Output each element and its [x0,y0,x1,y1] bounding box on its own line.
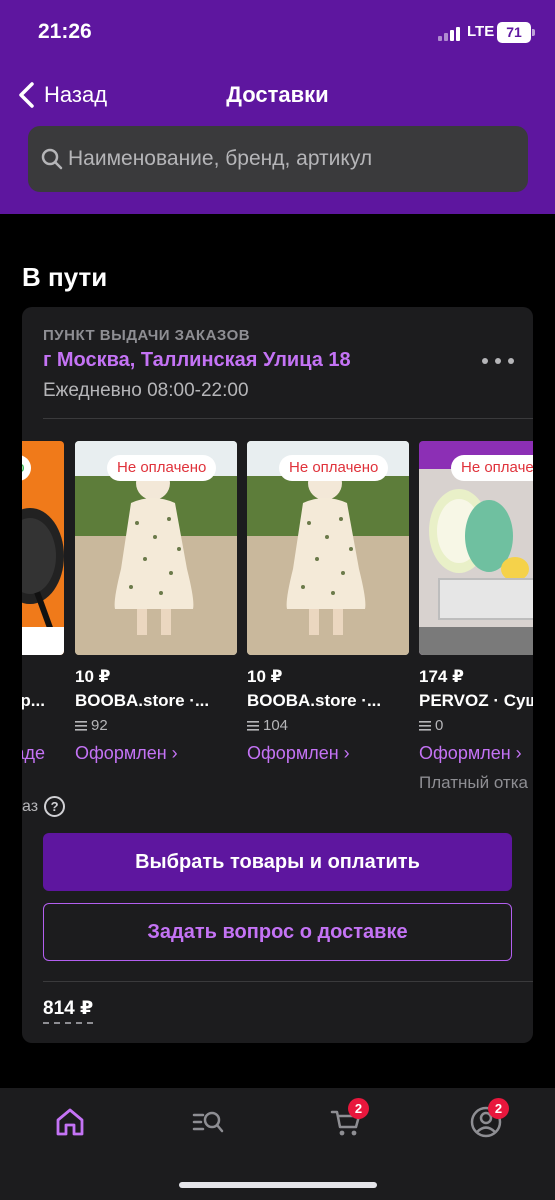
search-icon [41,148,63,170]
nav-bar: Доставки Назад [0,76,555,114]
product-status[interactable]: ладе [22,743,45,764]
tab-catalog[interactable] [184,1102,232,1142]
home-indicator [179,1182,377,1188]
battery-tip [532,29,535,36]
more-options-button[interactable] [482,354,514,368]
product-image-dress: Не оплачено [247,441,409,655]
product-card[interactable]: Не оплачено 174 ₽ PERVOZ · Суш 0 Оформле… [419,441,533,801]
product-badge: Не оплачено [107,455,217,481]
tab-cart[interactable]: 2 [322,1098,370,1142]
product-status[interactable]: Оформлен › [247,743,350,764]
catalog-search-icon [192,1111,224,1133]
product-status[interactable]: Оформлен › [419,743,522,764]
pickup-caption: ПУНКТ ВЫДАЧИ ЗАКАЗОВ [43,327,251,344]
product-reviews: 92 [75,717,108,734]
back-button[interactable]: Назад [16,80,107,110]
search-bar[interactable] [28,126,528,192]
list-icon [247,720,259,731]
product-reviews: 0 [419,717,443,734]
list-icon [419,720,431,731]
product-price: 10 ₽ [247,667,283,686]
status-time: 21:26 [38,20,92,43]
pickup-address[interactable]: г Москва, Таллинская Улица 18 [43,349,351,372]
pickup-hours: Ежедневно 08:00-22:00 [43,380,249,401]
product-name: BOOBA.store ·... [75,691,210,710]
product-badge: Не оплачено [279,455,389,481]
cart-count-badge: 2 [348,1098,369,1119]
delivery-card: ПУНКТ ВЫДАЧИ ЗАКАЗОВ г Москва, Таллинска… [22,307,533,1043]
product-card[interactable]: но зор... ладе [22,441,64,801]
search-input[interactable] [68,126,518,192]
product-image-dish-rack: Не оплачено [419,441,533,655]
profile-notification-badge: 2 [488,1098,509,1119]
reviews-count: 104 [263,717,289,734]
header: 21:26 LTE 71 Доставки Назад [0,0,555,214]
product-reviews: 104 [247,717,288,734]
product-price: 174 ₽ [419,667,464,686]
product-name: зор... [22,691,45,710]
product-image-pan: но [22,441,64,655]
product-card[interactable]: Не оплачено 10 ₽ BOOBA.store ·... 104 Оф… [247,441,409,801]
help-icon[interactable]: ? [44,796,66,817]
list-icon [75,720,87,731]
help-text: аз [22,797,39,815]
select-and-pay-button[interactable]: Выбрать товары и оплатить [43,833,512,891]
ask-delivery-question-button[interactable]: Задать вопрос о доставке [43,903,512,961]
dot-icon [508,358,514,364]
divider [43,418,533,419]
product-status[interactable]: Оформлен › [75,743,178,764]
product-image-dress: Не оплачено [75,441,237,655]
refusal-note: Платный отка [419,773,528,792]
tab-profile[interactable]: 2 [462,1098,510,1142]
reviews-count: 92 [91,717,108,734]
signal-icon [438,25,462,41]
help-row: аз ? [22,796,66,817]
dot-icon [495,358,501,364]
product-price: 10 ₽ [75,667,111,686]
battery-icon: 71 [497,22,531,43]
order-total[interactable]: 814 ₽ [43,997,94,1024]
product-carousel[interactable]: но зор... ладе [22,441,533,801]
product-name: PERVOZ · Суш [419,691,533,710]
back-label: Назад [44,82,108,107]
product-name: BOOBA.store ·... [247,691,382,710]
dot-icon [482,358,488,364]
tab-home[interactable] [46,1102,94,1142]
section-title: В пути [22,262,108,292]
divider [43,981,533,982]
home-icon [56,1108,84,1136]
product-card[interactable]: Не оплачено 10 ₽ BOOBA.store ·... 92 Офо… [75,441,237,801]
product-badge: Не оплачено [451,455,533,481]
network-label: LTE [467,23,495,40]
reviews-count: 0 [435,717,444,734]
status-bar: 21:26 LTE 71 [0,0,555,64]
chevron-left-icon [19,82,34,108]
